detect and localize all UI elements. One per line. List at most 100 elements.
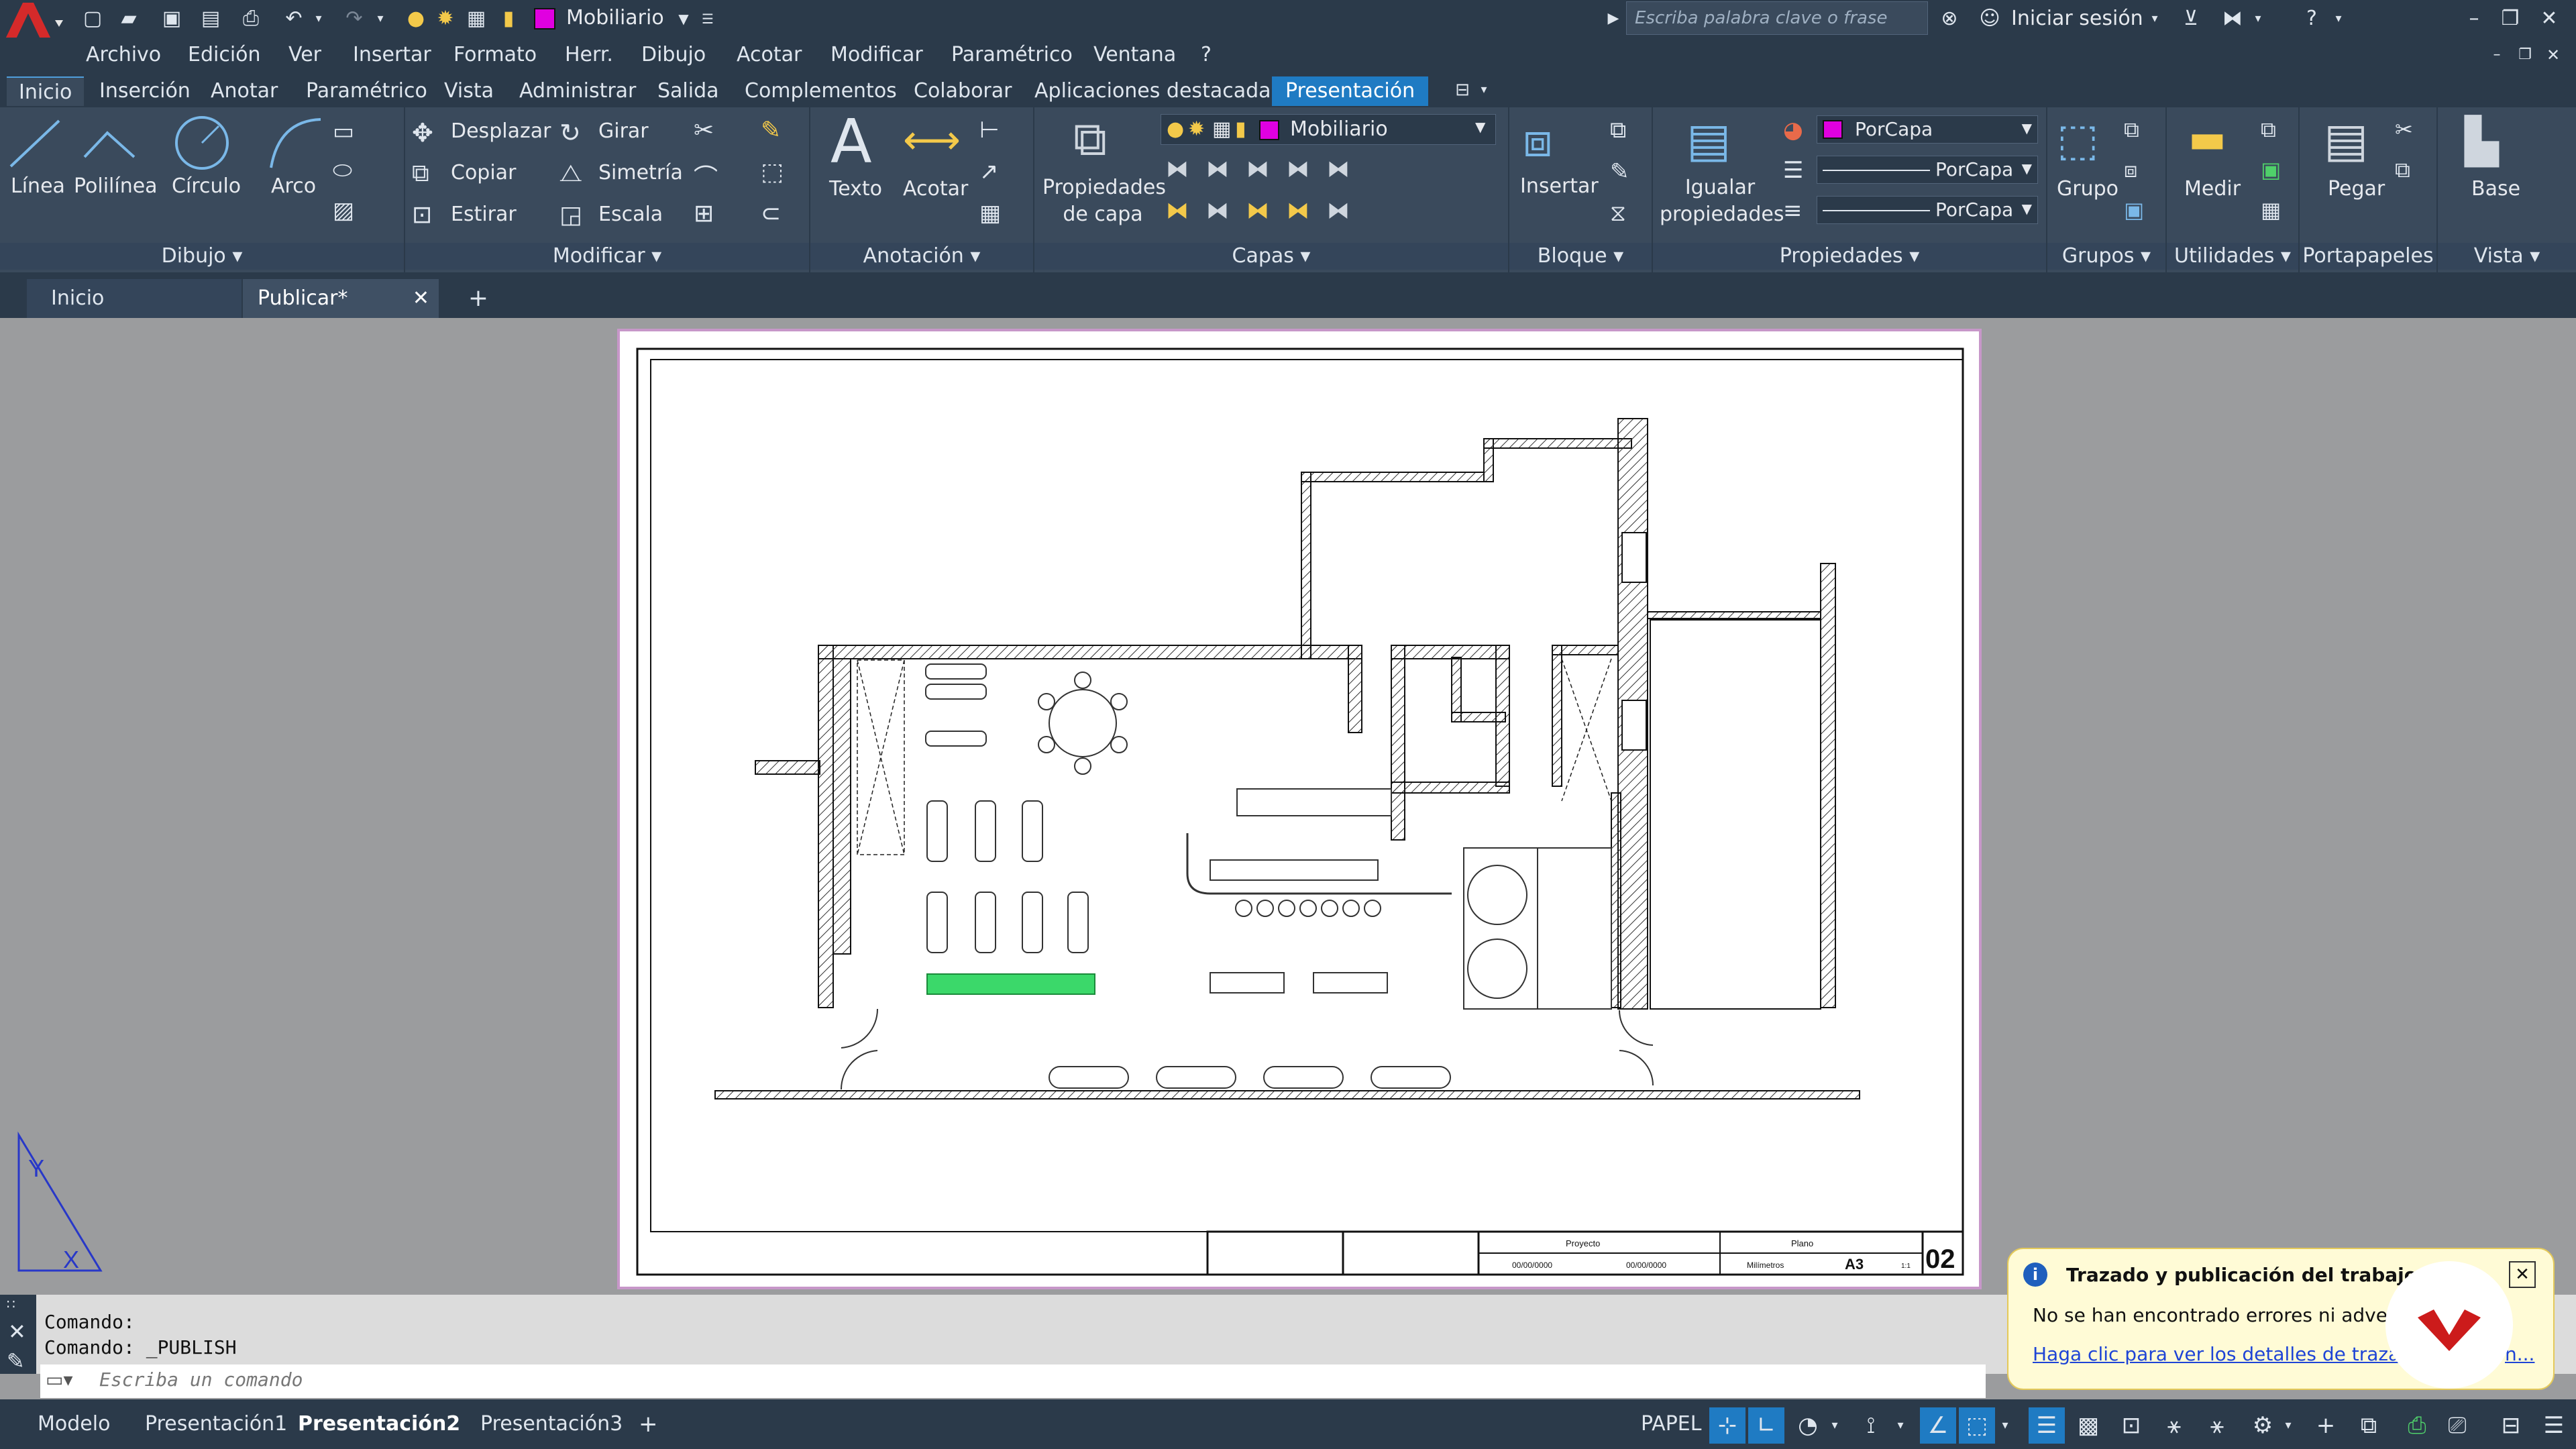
linetype-dropdown[interactable]: PorCapa ▼: [1817, 196, 2038, 224]
lineweight-dropdown[interactable]: PorCapa ▼: [1817, 156, 2038, 184]
snap-grid-icon[interactable]: ⊹: [1709, 1407, 1746, 1444]
new-tab-plus-icon[interactable]: +: [462, 279, 495, 318]
layer-thaw-sun-icon[interactable]: ✹: [431, 4, 460, 34]
layer-tool-2-icon[interactable]: ⧓: [1206, 156, 1229, 182]
menu-modificar[interactable]: Modificar: [830, 38, 923, 72]
doc-tab-close-icon[interactable]: ✕: [413, 279, 429, 318]
layer-on-bulb-icon[interactable]: ●: [401, 4, 431, 34]
clean-screen-icon[interactable]: ⊟: [2493, 1407, 2529, 1444]
group-tool[interactable]: Grupo: [2057, 177, 2118, 201]
doc-tab-publicar[interactable]: Publicar* ✕: [243, 279, 439, 318]
new-file-icon[interactable]: ▢: [78, 4, 107, 34]
undo-icon[interactable]: ↶: [279, 4, 309, 34]
select-all-icon[interactable]: ▣: [2261, 157, 2281, 182]
app-dropdown-icon[interactable]: ▾: [2250, 4, 2266, 34]
menu-formato[interactable]: Formato: [453, 38, 537, 72]
dimension-tool[interactable]: Acotar: [903, 177, 968, 201]
object-snap-dropdown-icon[interactable]: ▾: [1996, 1407, 2014, 1444]
hatch-icon[interactable]: ▨: [333, 197, 354, 224]
panel-title-dibujo[interactable]: Dibujo ▾: [0, 243, 404, 270]
close-window-icon[interactable]: ✕: [2534, 4, 2564, 34]
tab-complementos[interactable]: Complementos: [745, 76, 897, 106]
menu-herr[interactable]: Herr.: [565, 38, 613, 72]
layer-properties-tool[interactable]: Propiedades de capa: [1042, 174, 1166, 228]
panel-title-grupos[interactable]: Grupos ▾: [2047, 243, 2165, 270]
menu-parametrico[interactable]: Paramétrico: [951, 38, 1073, 72]
customization-menu-icon[interactable]: ☰: [2536, 1407, 2572, 1444]
ellipse-icon[interactable]: ⬭: [333, 157, 352, 184]
line-tool[interactable]: Línea: [11, 174, 65, 198]
expand-search-icon[interactable]: ▶: [1603, 4, 1623, 34]
layer-viewport-icon[interactable]: ▦: [462, 4, 491, 34]
ortho-icon[interactable]: ∟: [1748, 1407, 1784, 1444]
doc-minimize-icon[interactable]: –: [2482, 40, 2512, 70]
cut-icon[interactable]: ✂: [2395, 117, 2413, 142]
leader-icon[interactable]: ↗: [979, 158, 999, 185]
isodraft-dropdown-icon[interactable]: ▾: [1892, 1407, 1909, 1444]
match-properties-tool[interactable]: Igualar propiedades: [1660, 174, 1784, 228]
command-settings-icon[interactable]: ✎: [7, 1348, 25, 1374]
menu-insertar[interactable]: Insertar: [353, 38, 431, 72]
notification-close-icon[interactable]: ✕: [2509, 1261, 2536, 1288]
plot-icon[interactable]: ⎙: [236, 4, 266, 34]
menu-acotar[interactable]: Acotar: [737, 38, 802, 72]
layer-dropdown-icon[interactable]: ▼: [674, 4, 694, 34]
layer-tool-4-icon[interactable]: ⧓: [1287, 156, 1309, 182]
tab-vista[interactable]: Vista: [444, 76, 494, 106]
layout-tab-presentacion2[interactable]: Presentación2: [298, 1405, 460, 1444]
tab-presentacion[interactable]: Presentación: [1272, 76, 1429, 106]
user-icon[interactable]: ☺: [1975, 4, 2004, 34]
panel-title-vista[interactable]: Vista ▾: [2438, 243, 2576, 270]
autodesk-app-icon[interactable]: ⧓: [2218, 4, 2247, 34]
panel-title-utilidades[interactable]: Utilidades ▾: [2167, 243, 2298, 270]
object-snap-icon[interactable]: ⬚: [1959, 1407, 1995, 1444]
layout-tab-presentacion1[interactable]: Presentación1: [145, 1405, 287, 1444]
workspace-dropdown-icon[interactable]: ▾: [2279, 1407, 2297, 1444]
trim-icon[interactable]: ✂: [694, 117, 714, 144]
layer-tool-7-icon[interactable]: ⧓: [1206, 197, 1229, 224]
menu-dibujo[interactable]: Dibujo: [641, 38, 706, 72]
signin-link[interactable]: Iniciar sesión: [2011, 5, 2143, 32]
linear-dim-icon[interactable]: ⊢: [979, 117, 1000, 144]
tab-inicio[interactable]: Inicio: [7, 76, 85, 106]
help-dropdown-icon[interactable]: ▾: [2330, 4, 2347, 34]
measure-tool[interactable]: Medir: [2184, 177, 2241, 201]
panel-title-anotacion[interactable]: Anotación ▾: [810, 243, 1033, 270]
layout-tab-modelo[interactable]: Modelo: [38, 1405, 110, 1444]
paper-space-label[interactable]: PAPEL: [1641, 1405, 1701, 1444]
polar-icon[interactable]: ◔: [1790, 1407, 1826, 1444]
menu-ventana[interactable]: Ventana: [1093, 38, 1176, 72]
menu-help[interactable]: ?: [1201, 38, 1212, 72]
move-tool[interactable]: Desplazar: [451, 119, 551, 143]
doc-tab-inicio[interactable]: Inicio: [27, 279, 241, 318]
polar-dropdown-icon[interactable]: ▾: [1826, 1407, 1843, 1444]
paper-layout[interactable]: Proyecto Plano 00/00/0000 00/00/0000 Mil…: [617, 329, 1982, 1289]
transparency-icon[interactable]: ▩: [2070, 1407, 2106, 1444]
text-tool[interactable]: Texto: [829, 177, 882, 201]
table-icon[interactable]: ▦: [979, 200, 1001, 227]
menu-archivo[interactable]: Archivo: [86, 38, 161, 72]
notification-details-link[interactable]: Haga clic para ver los detalles de traza…: [2033, 1343, 2423, 1365]
tab-insercion[interactable]: Inserción: [99, 76, 191, 106]
copy-tool[interactable]: Copiar: [451, 161, 516, 184]
add-layout-plus-icon[interactable]: +: [639, 1405, 658, 1444]
scale-tool[interactable]: Escala: [598, 203, 663, 226]
signin-dropdown-icon[interactable]: ▾: [2147, 4, 2163, 34]
open-folder-icon[interactable]: ▰: [114, 4, 144, 34]
annotation-scale-icon[interactable]: ⚹: [2156, 1407, 2192, 1444]
layer-unlock-icon[interactable]: ▮: [494, 4, 523, 34]
layer-dropdown[interactable]: ● ✹ ▦ ▮ Mobiliario ▼: [1161, 114, 1496, 145]
plus-icon[interactable]: +: [2308, 1407, 2344, 1444]
layer-tool-3-icon[interactable]: ⧓: [1246, 156, 1269, 182]
layout-tab-presentacion3[interactable]: Presentación3: [480, 1405, 623, 1444]
polyline-tool[interactable]: Polilínea: [74, 174, 158, 198]
tab-anotar[interactable]: Anotar: [211, 76, 278, 106]
rotate-tool[interactable]: Girar: [598, 119, 649, 143]
layer-tool-9-icon[interactable]: ⧓: [1287, 197, 1309, 224]
cart-icon[interactable]: ⊻: [2176, 4, 2206, 34]
stretch-tool[interactable]: Estirar: [451, 203, 517, 226]
minimize-icon[interactable]: –: [2459, 4, 2489, 34]
mirror-tool[interactable]: Simetría: [598, 161, 683, 184]
restore-icon[interactable]: ❐: [2496, 4, 2525, 34]
quick-access-customize-icon[interactable]: ☰: [698, 4, 718, 34]
